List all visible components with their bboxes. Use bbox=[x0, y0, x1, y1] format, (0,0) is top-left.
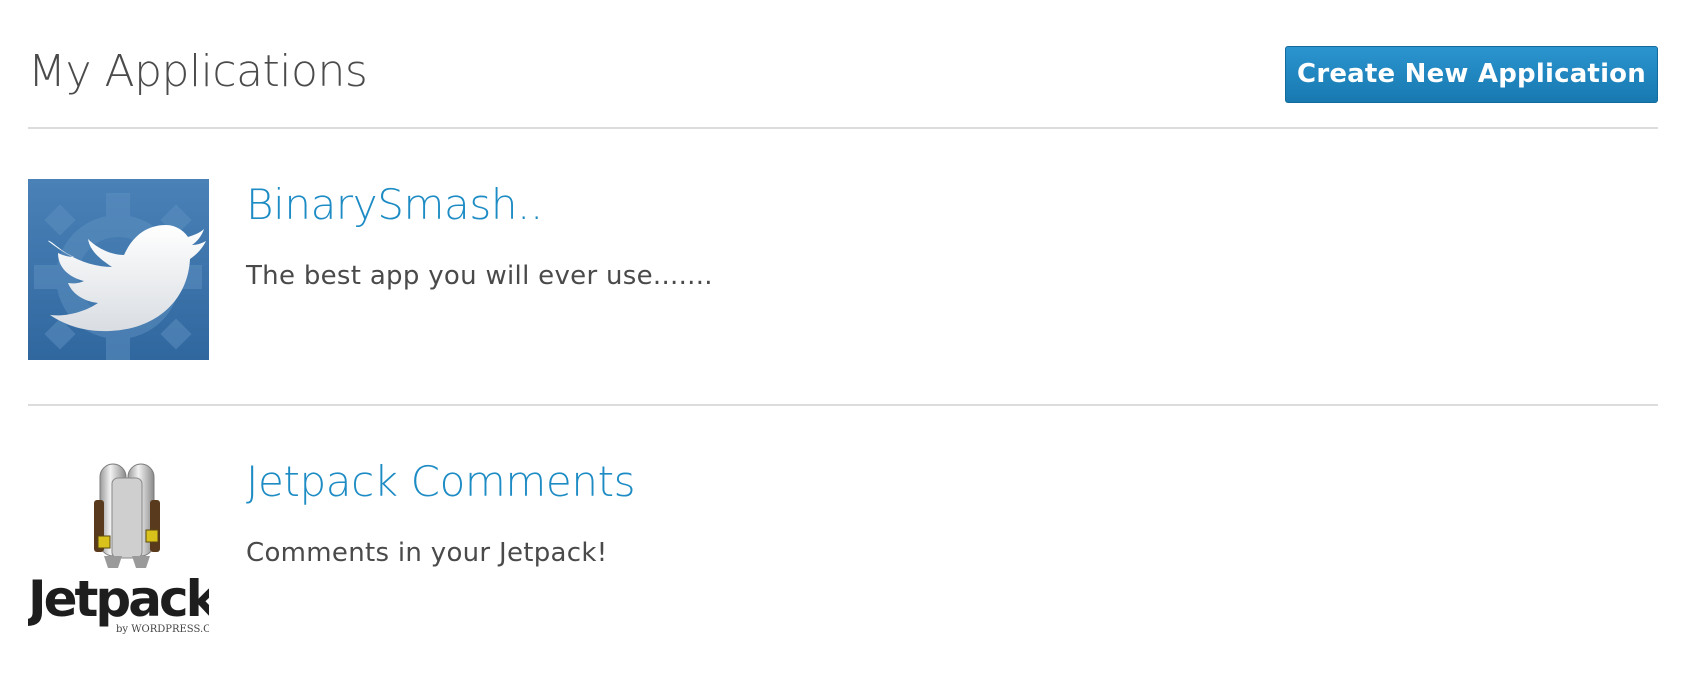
applications-page: My Applications Create New Application B… bbox=[25, 0, 1658, 683]
jetpack-logo[interactable]: Jetpack by WORDPRESS.COM bbox=[25, 456, 229, 637]
application-item: Jetpack by WORDPRESS.COM Jetpack Comment… bbox=[25, 406, 1658, 683]
application-list: BinarySmash.. The best app you will ever… bbox=[25, 129, 1658, 683]
application-description: The best app you will ever use....... bbox=[246, 261, 713, 291]
create-new-application-button[interactable]: Create New Application bbox=[1285, 46, 1658, 103]
application-description: Comments in your Jetpack! bbox=[246, 538, 608, 568]
page-title: My Applications bbox=[28, 46, 368, 97]
page-header: My Applications Create New Application bbox=[28, 0, 1658, 129]
jetpack-logo-wordmark: Jetpack bbox=[28, 570, 209, 628]
application-name-link[interactable]: Jetpack Comments bbox=[246, 454, 636, 510]
twitter-bird-gear-icon[interactable] bbox=[28, 179, 209, 361]
jetpack-logo-subtext: by WORDPRESS.COM bbox=[116, 624, 209, 635]
application-name-link[interactable]: BinarySmash.. bbox=[246, 177, 543, 233]
application-item: BinarySmash.. The best app you will ever… bbox=[28, 129, 1658, 406]
